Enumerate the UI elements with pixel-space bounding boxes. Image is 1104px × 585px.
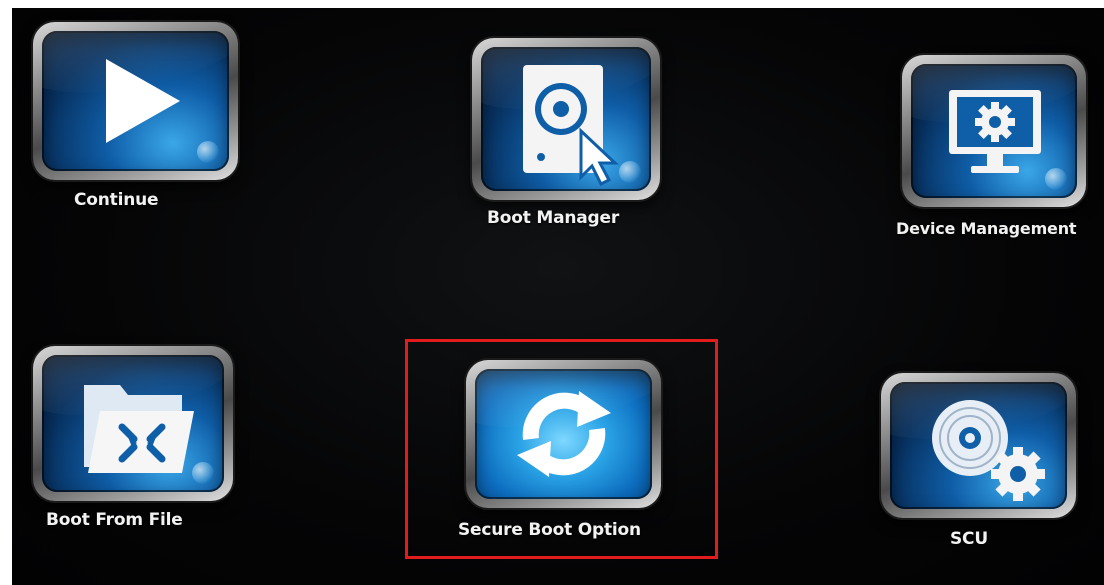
boot-manager-label: Boot Manager — [487, 208, 620, 228]
boot-disk-pointer-icon — [523, 65, 619, 187]
boot-from-file-tile[interactable]: Boot From File — [33, 346, 243, 536]
boot-from-file-icon-frame — [33, 346, 233, 501]
continue-icon-frame — [33, 22, 238, 180]
scu-label: SCU — [950, 529, 988, 549]
device-management-tile[interactable]: Device Management — [896, 55, 1101, 245]
secure-boot-option-tile[interactable]: Secure Boot Option — [458, 360, 676, 550]
secure-boot-option-label: Secure Boot Option — [458, 520, 641, 540]
secure-boot-option-icon-frame — [466, 360, 661, 508]
scu-tile[interactable]: SCU — [881, 373, 1081, 553]
continue-label: Continue — [74, 190, 159, 210]
folder-arrows-icon — [84, 385, 194, 473]
device-management-label: Device Management — [896, 219, 1077, 238]
boot-manager-icon-frame — [472, 38, 660, 200]
play-icon — [106, 59, 180, 143]
scu-icon-frame — [881, 373, 1076, 518]
monitor-gear-icon — [949, 90, 1041, 173]
disc-gear-icon — [932, 400, 1045, 501]
boot-manager-tile[interactable]: Boot Manager — [472, 38, 682, 233]
boot-from-file-label: Boot From File — [46, 510, 183, 530]
refresh-arrows-icon — [517, 391, 611, 477]
continue-tile[interactable]: Continue — [33, 22, 238, 232]
device-management-icon-frame — [902, 55, 1086, 207]
